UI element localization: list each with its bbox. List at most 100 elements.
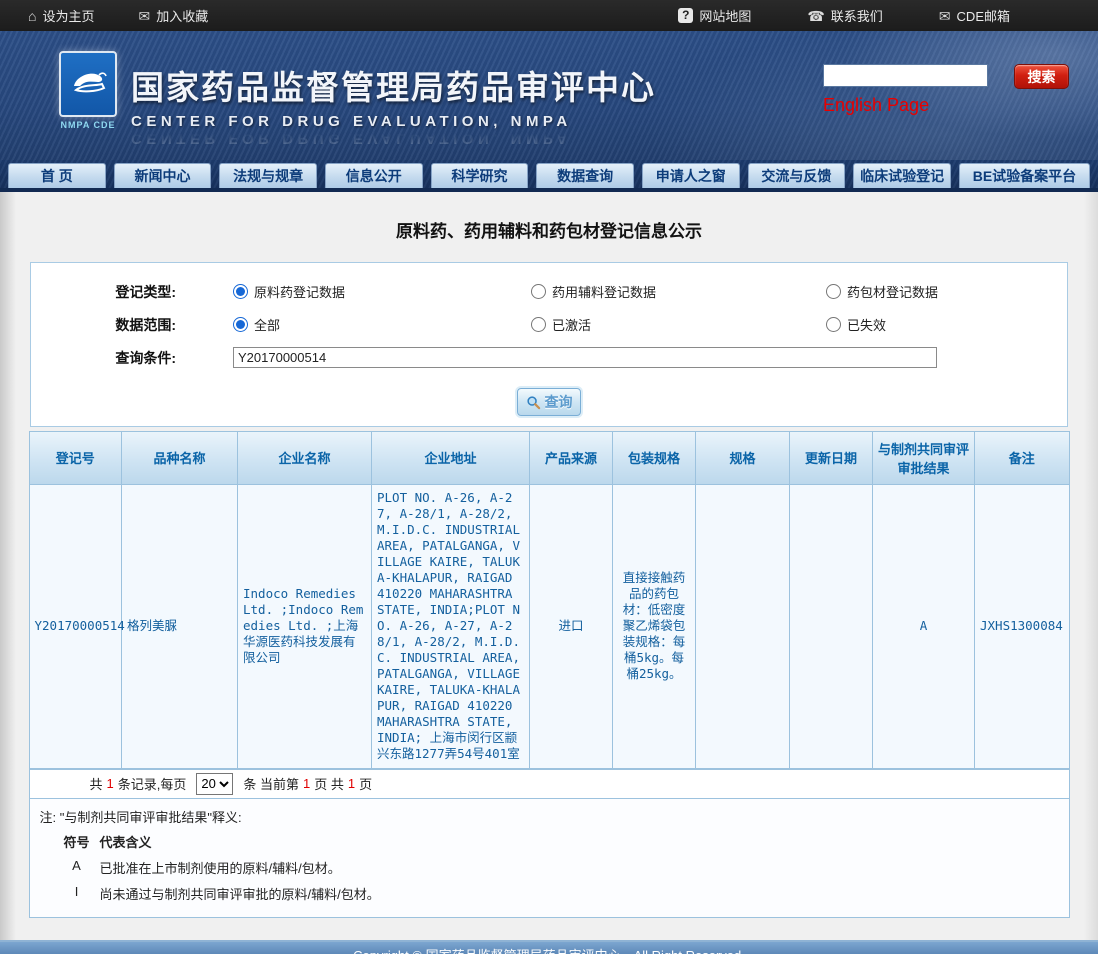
top-utility-bar: ⌂ 设为主页 ✉ 加入收藏 ? 网站地图 ☎ 联系我们 ✉ CDE邮箱 <box>0 0 1098 31</box>
reg-type-label: 登记类型: <box>31 282 176 302</box>
site-title-en: CENTER FOR DRUG EVALUATION, NMPA <box>131 113 656 130</box>
pagination-bar: 共 1 条记录,每页 20 条 当前第 1 页 共 1 页 <box>30 769 1069 798</box>
set-homepage-label: 设为主页 <box>42 6 94 25</box>
nav-tab-data-query[interactable]: 数据查询 <box>536 163 634 188</box>
header-search-area: 搜索 English Page <box>823 64 1073 116</box>
col-spec: 规格 <box>696 432 790 484</box>
nav-tab-news[interactable]: 新闻中心 <box>114 163 212 188</box>
col-product-name: 品种名称 <box>122 432 238 484</box>
col-package-spec: 包装规格 <box>613 432 696 484</box>
radio-scope-expired[interactable]: 已失效 <box>826 315 886 334</box>
pager-seg4: 页 共 <box>314 774 344 793</box>
query-condition-label: 查询条件: <box>31 348 176 368</box>
sitemap-link[interactable]: ? 网站地图 <box>678 6 751 25</box>
nav-tab-applicant-window[interactable]: 申请人之窗 <box>642 163 740 188</box>
topbar-left-group: ⌂ 设为主页 ✉ 加入收藏 <box>0 6 208 25</box>
question-mark-icon: ? <box>678 8 693 23</box>
nmpa-cde-logo[interactable]: NMPA CDE <box>57 51 119 139</box>
header-search-input[interactable] <box>823 64 988 87</box>
mail-icon: ✉ <box>939 9 951 23</box>
legend-header-meaning: 代表含义 <box>100 832 1059 851</box>
query-form: 登记类型: 原料药登记数据 药用辅料登记数据 药包材登记数据 数据范围: 全部 <box>30 262 1068 427</box>
header-search-button[interactable]: 搜索 <box>1014 64 1069 89</box>
site-footer: Copyright © 国家药品监督管理局药品审评中心 All Right Re… <box>0 940 1098 954</box>
add-favorite-link[interactable]: ✉ 加入收藏 <box>138 6 208 25</box>
radio-excipient[interactable]: 药用辅料登记数据 <box>531 282 656 301</box>
page-size-select[interactable]: 20 <box>196 773 233 795</box>
radio-scope-active-input[interactable] <box>531 317 546 332</box>
radio-raw-material-input[interactable] <box>233 284 248 299</box>
table-header-row: 登记号 品种名称 企业名称 企业地址 产品来源 包装规格 规格 更新日期 与制剂… <box>30 432 1069 484</box>
legend-notes: 注: "与制剂共同审评审批结果"释义: 符号 代表含义 A 已批准在上市制剂使用… <box>30 798 1069 917</box>
cell-reg-no: Y20170000514 <box>30 484 122 768</box>
magnifier-icon <box>526 395 541 410</box>
pager-seg1: 共 <box>90 774 103 793</box>
cde-mail-link[interactable]: ✉ CDE邮箱 <box>939 6 1010 25</box>
query-submit-label: 查询 <box>545 392 573 412</box>
radio-scope-active[interactable]: 已激活 <box>531 315 591 334</box>
radio-excipient-input[interactable] <box>531 284 546 299</box>
site-titles: 国家药品监督管理局药品审评中心 CENTER FOR DRUG EVALUATI… <box>131 61 656 147</box>
english-page-link[interactable]: English Page <box>823 95 929 116</box>
query-submit-button[interactable]: 查询 <box>517 388 581 416</box>
main-nav: 首 页 新闻中心 法规与规章 信息公开 科学研究 数据查询 申请人之窗 交流与反… <box>0 160 1098 192</box>
cell-source: 进口 <box>530 484 613 768</box>
cell-company-name: Indoco Remedies Ltd. ;Indoco Remedies Lt… <box>238 484 372 768</box>
results-container: 登记号 品种名称 企业名称 企业地址 产品来源 包装规格 规格 更新日期 与制剂… <box>29 431 1070 918</box>
legend-grid: 符号 代表含义 A 已批准在上市制剂使用的原料/辅料/包材。 I 尚未通过与制剂… <box>40 832 1059 903</box>
col-update-date: 更新日期 <box>790 432 873 484</box>
legend-meaning-a: 已批准在上市制剂使用的原料/辅料/包材。 <box>100 858 1059 877</box>
contact-us-link[interactable]: ☎ 联系我们 <box>807 6 882 25</box>
phone-icon: ☎ <box>807 9 824 23</box>
pager-seg3: 条 当前第 <box>243 774 299 793</box>
col-review-result: 与制剂共同审评审批结果 <box>873 432 975 484</box>
cde-mail-label: CDE邮箱 <box>957 6 1010 25</box>
cell-update-date <box>790 484 873 768</box>
nav-tab-science[interactable]: 科学研究 <box>431 163 529 188</box>
col-source: 产品来源 <box>530 432 613 484</box>
query-condition-input[interactable] <box>233 347 937 368</box>
site-title-cn: 国家药品监督管理局药品审评中心 <box>131 61 656 109</box>
logo-caption: NMPA CDE <box>57 120 119 130</box>
col-company-name: 企业名称 <box>238 432 372 484</box>
cell-remark: JXHS1300084 <box>975 484 1069 768</box>
envelope-icon: ✉ <box>138 9 150 23</box>
topbar-right-group: ? 网站地图 ☎ 联系我们 ✉ CDE邮箱 <box>678 6 1098 25</box>
nav-tab-home[interactable]: 首 页 <box>8 163 106 188</box>
radio-scope-all-input[interactable] <box>233 317 248 332</box>
pager-seg5: 页 <box>359 774 372 793</box>
nav-tab-info-disclosure[interactable]: 信息公开 <box>325 163 423 188</box>
legend-header-symbol: 符号 <box>54 832 100 851</box>
radio-packaging-input[interactable] <box>826 284 841 299</box>
main-content: 原料药、药用辅料和药包材登记信息公示 登记类型: 原料药登记数据 药用辅料登记数… <box>0 192 1098 949</box>
col-company-address: 企业地址 <box>372 432 530 484</box>
results-table: 登记号 品种名称 企业名称 企业地址 产品来源 包装规格 规格 更新日期 与制剂… <box>30 432 1069 769</box>
legend-meaning-i: 尚未通过与制剂共同审评审批的原料/辅料/包材。 <box>100 884 1059 903</box>
site-title-en-reflection: CENTER FOR DRUG EVALUATION, NMPA <box>131 130 656 147</box>
radio-raw-material[interactable]: 原料药登记数据 <box>233 282 345 301</box>
nav-tab-be-platform[interactable]: BE试验备案平台 <box>959 163 1090 188</box>
logo-emblem <box>59 51 117 117</box>
page-title: 原料药、药用辅料和药包材登记信息公示 <box>0 217 1098 242</box>
cell-spec <box>696 484 790 768</box>
cell-review-result: A <box>873 484 975 768</box>
radio-scope-all[interactable]: 全部 <box>233 315 280 334</box>
pager-current-page: 1 <box>303 776 310 791</box>
scope-row: 数据范围: 全部 已激活 已失效 <box>31 308 1067 341</box>
set-homepage-link[interactable]: ⌂ 设为主页 <box>28 6 94 25</box>
col-reg-no: 登记号 <box>30 432 122 484</box>
radio-packaging[interactable]: 药包材登记数据 <box>826 282 938 301</box>
nav-tab-clinical-trial[interactable]: 临床试验登记 <box>853 163 951 188</box>
home-icon: ⌂ <box>28 9 36 23</box>
query-button-row: 查询 <box>31 388 1067 416</box>
pager-total-pages: 1 <box>348 776 355 791</box>
cell-package-spec: 直接接触药品的药包材：低密度聚乙烯袋包装规格：每桶5kg。每桶25kg。 <box>613 484 696 768</box>
radio-scope-expired-input[interactable] <box>826 317 841 332</box>
reg-type-row: 登记类型: 原料药登记数据 药用辅料登记数据 药包材登记数据 <box>31 275 1067 308</box>
nav-tab-regulations[interactable]: 法规与规章 <box>219 163 317 188</box>
swan-logo-icon <box>66 62 110 106</box>
cell-product-name: 格列美脲 <box>122 484 238 768</box>
pager-total-count: 1 <box>107 776 114 791</box>
pager-seg2: 条记录,每页 <box>118 774 187 793</box>
nav-tab-feedback[interactable]: 交流与反馈 <box>748 163 846 188</box>
